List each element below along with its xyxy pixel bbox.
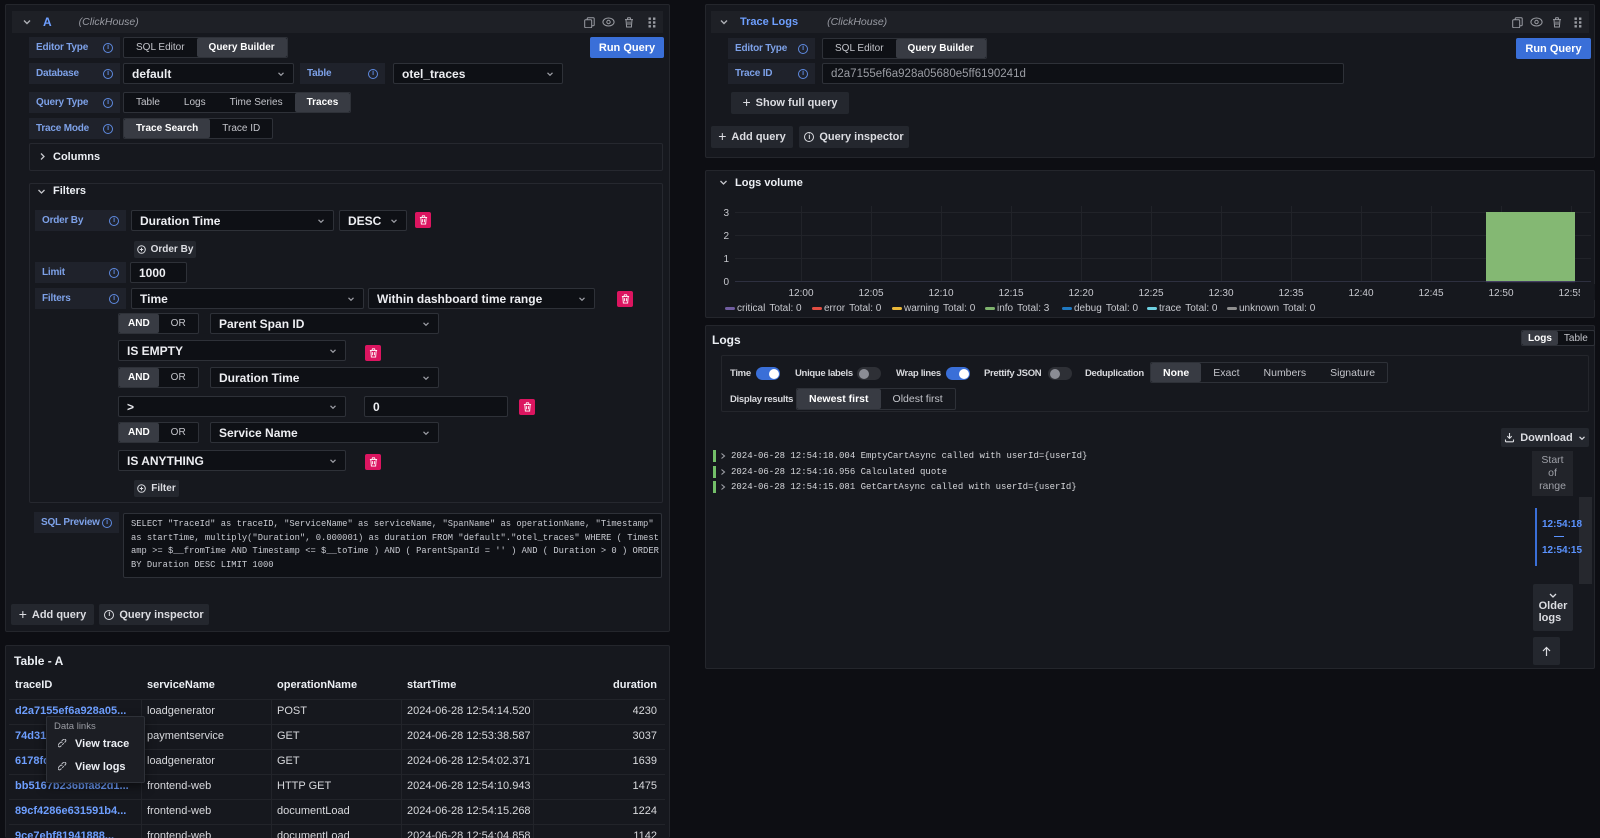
svg-text:12:15: 12:15 bbox=[998, 288, 1023, 299]
svg-text:12:10: 12:10 bbox=[928, 288, 953, 299]
svg-text:12:50: 12:50 bbox=[1488, 288, 1513, 299]
svg-text:12:05: 12:05 bbox=[858, 288, 883, 299]
svg-text:3: 3 bbox=[723, 208, 729, 219]
svg-text:12:40: 12:40 bbox=[1348, 288, 1373, 299]
svg-text:0: 0 bbox=[723, 277, 729, 288]
svg-text:12:30: 12:30 bbox=[1208, 288, 1233, 299]
svg-text:12:35: 12:35 bbox=[1278, 288, 1303, 299]
svg-text:12:25: 12:25 bbox=[1138, 288, 1163, 299]
svg-text:12:00: 12:00 bbox=[788, 288, 813, 299]
svg-text:2: 2 bbox=[723, 231, 729, 242]
svg-text:1: 1 bbox=[723, 254, 729, 265]
svg-text:12:20: 12:20 bbox=[1068, 288, 1093, 299]
svg-text:12:45: 12:45 bbox=[1418, 288, 1443, 299]
